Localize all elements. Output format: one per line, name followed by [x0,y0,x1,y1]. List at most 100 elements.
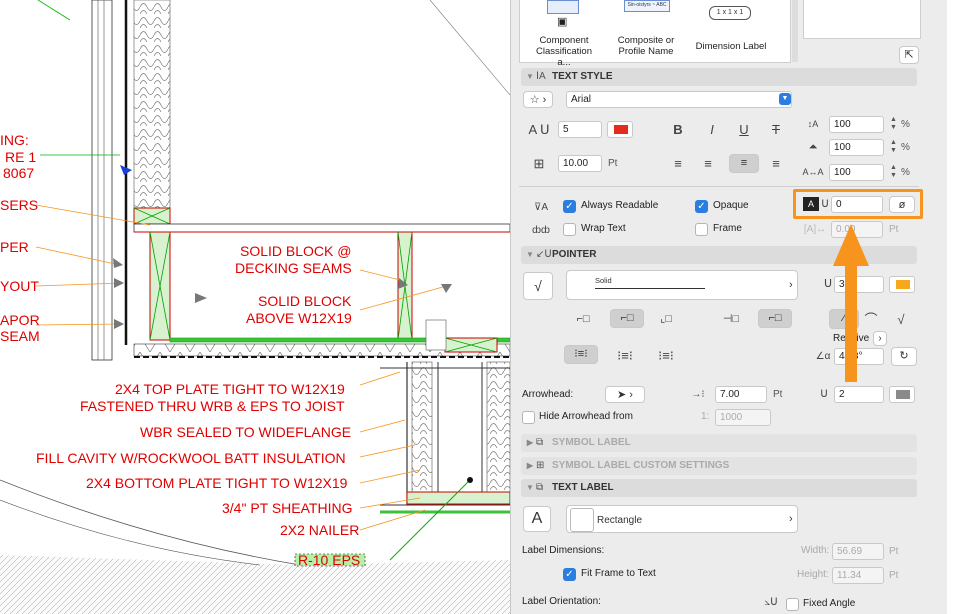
cad-label-r10-eps: R-10 EPS [298,552,361,568]
frame-checkbox[interactable] [695,223,708,236]
arrowhead-select[interactable]: ➤ › [605,386,645,403]
hide-arrowhead-checkbox[interactable] [522,411,535,424]
frame-offset-icon: [A]↔ [803,224,827,235]
cad-label-solid-block-decking: SOLID BLOCK @ [240,243,352,259]
pointer-shape-icon[interactable]: √ [523,272,553,300]
spacing-input[interactable]: 100 [829,139,884,156]
label-dimensions-label: Label Dimensions: [522,545,605,556]
label-height-input[interactable]: 11.34 [832,567,884,584]
percent-unit: % [901,142,910,153]
arrowhead-size-input[interactable]: 7.00 [715,386,767,403]
stepper-icon[interactable]: ▲ ▼ [889,139,898,156]
cad-label-wbr-sealed: WBR SEALED TO WIDEFLANGE [140,424,352,440]
percent-unit: % [901,167,910,178]
pointer-style-2-icon[interactable]: ⌐□ [610,309,644,328]
cad-label-partial: PER [0,239,29,255]
height-label: Height: [797,569,829,580]
chevron-right-icon: › [789,513,793,525]
label-type-dimension[interactable]: 1 x 1 x 1 Dimension Label [691,0,771,60]
line-type-select[interactable]: Solid › [566,270,798,300]
underline-button[interactable]: U [737,121,751,138]
cad-label-partial: ING: [0,132,29,148]
label-shape-select[interactable]: Rectangle › [566,505,798,533]
line-type-name: Solid [595,276,612,285]
align-center-icon[interactable]: ≡ [701,155,715,172]
text-label-shape-icon[interactable]: A [523,506,551,532]
text-label-section-header[interactable]: ▼ ⧉ TEXT LABEL [521,479,917,497]
label-width-input[interactable]: 56.69 [832,543,884,560]
label-type-classification[interactable]: ▣ Component Classification a... [529,0,599,68]
cad-label-top-plate: 2X4 TOP PLATE TIGHT TO W12X19 [115,381,345,397]
cad-label-fastened: FASTENED THRU WRB & EPS TO JOIST [80,398,345,414]
font-select[interactable]: Arial [566,91,792,108]
divider [519,186,919,187]
bold-button[interactable]: B [671,121,685,138]
label-type-composite[interactable]: Sin-oistyrs ~ ABC Composite or Profile N… [606,0,686,60]
text-style-icon: ⅠA [536,71,546,82]
custom-settings-icon: ⊞ [536,460,545,471]
fixed-angle-checkbox[interactable] [786,598,799,611]
always-readable-checkbox[interactable]: ✓ [563,200,576,213]
label-orientation-label: Label Orientation: [522,596,601,607]
pointer-angle-bend-icon[interactable]: √ [891,311,911,328]
text-size-icon: A ꓴ [528,122,550,137]
dropdown-chevron-icon[interactable]: ▼ [779,93,791,105]
cad-label-above-w12x19: ABOVE W12X19 [246,310,352,326]
label-shape-name: Rectangle [597,515,643,526]
stack-icon: ▣ [557,16,568,28]
fit-frame-label: Fit Frame to Text [581,568,656,579]
drawing-edge [947,0,957,614]
align-justify-icon[interactable]: ≡ [769,155,783,172]
hide-ratio-prefix: 1: [701,411,710,422]
pointer-icon: ↙ꓴ [536,249,552,260]
width-factor-icon: ↕A [807,119,819,129]
pointer-style-5-icon[interactable]: ⌐□ [758,309,792,328]
width-factor-input[interactable]: 100 [829,116,884,133]
label-preview-box [803,0,921,39]
label-width-unit: Pt [889,546,899,557]
symbol-label-section-header[interactable]: ▶ ⧉ SYMBOL LABEL [521,434,917,452]
relative-chevron-icon[interactable]: › [873,331,887,346]
align-left-icon[interactable]: ≡ [671,155,685,172]
align-right-icon[interactable]: ≡ [729,154,759,173]
hide-ratio-input[interactable]: 1000 [715,409,771,426]
wrap-text-checkbox[interactable] [563,223,576,236]
composite-icon: Sin-oistyrs ~ ABC [624,0,670,12]
reset-angle-icon[interactable]: ↻ [891,347,917,366]
chevron-right-icon: › [789,279,793,291]
fixed-angle-label: Fixed Angle [803,598,856,609]
stepper-icon[interactable]: ▲ ▼ [889,116,898,133]
pointer-pen-color[interactable] [889,276,915,293]
anchor-top-icon[interactable]: ⁝≡⁝ [564,345,598,364]
arrowhead-pen-color[interactable] [889,386,915,403]
strikethrough-button[interactable]: T [769,121,783,138]
stepper-icon[interactable]: ▲ ▼ [889,164,898,181]
cad-label-decking-seams: DECKING SEAMS [235,260,352,276]
pointer-style-4-icon[interactable]: ⊣□ [721,311,741,328]
symbol-label-icon: ⧉ [536,437,544,448]
settings-dialog-icon[interactable]: ⇱ [899,46,919,64]
chooser-scrollbar[interactable] [792,0,798,62]
char-spacing-input[interactable]: 100 [829,164,884,181]
pointer-style-1-icon[interactable]: ⌐□ [573,311,593,328]
italic-button[interactable]: I [705,121,719,138]
label-type-name: Component Classification a... [536,35,592,68]
fit-frame-checkbox[interactable]: ✓ [563,568,576,581]
cad-label-partial: SEAM [0,328,40,344]
arrowhead-pen-input[interactable]: 2 [834,386,884,403]
opaque-checkbox[interactable]: ✓ [695,200,708,213]
pointer-style-3-icon[interactable]: ⌞□ [656,311,676,328]
spacing-icon: ⏶ [808,141,818,153]
anchor-middle-icon[interactable]: ⁝≡⁝ [614,347,636,364]
favorites-star-icon[interactable]: ☆ › [523,91,553,108]
anchor-bottom-icon[interactable]: ⁝≡⁝ [655,347,677,364]
text-style-section-header[interactable]: ▼ ⅠA TEXT STYLE [521,68,917,86]
cad-label-nailer: 2X2 NAILER [280,522,360,538]
symbol-label-custom-section-header[interactable]: ▶ ⊞ SYMBOL LABEL CUSTOM SETTINGS [521,457,917,475]
hide-arrowhead-label: Hide Arrowhead from [539,411,633,422]
pen-weight-input[interactable]: 10.00 [558,155,602,172]
text-size-input[interactable]: 5 [558,121,602,138]
cad-label-partial: SERS [0,197,39,213]
text-pen-color[interactable] [607,121,633,138]
char-spacing-icon: A↔A [802,167,824,177]
